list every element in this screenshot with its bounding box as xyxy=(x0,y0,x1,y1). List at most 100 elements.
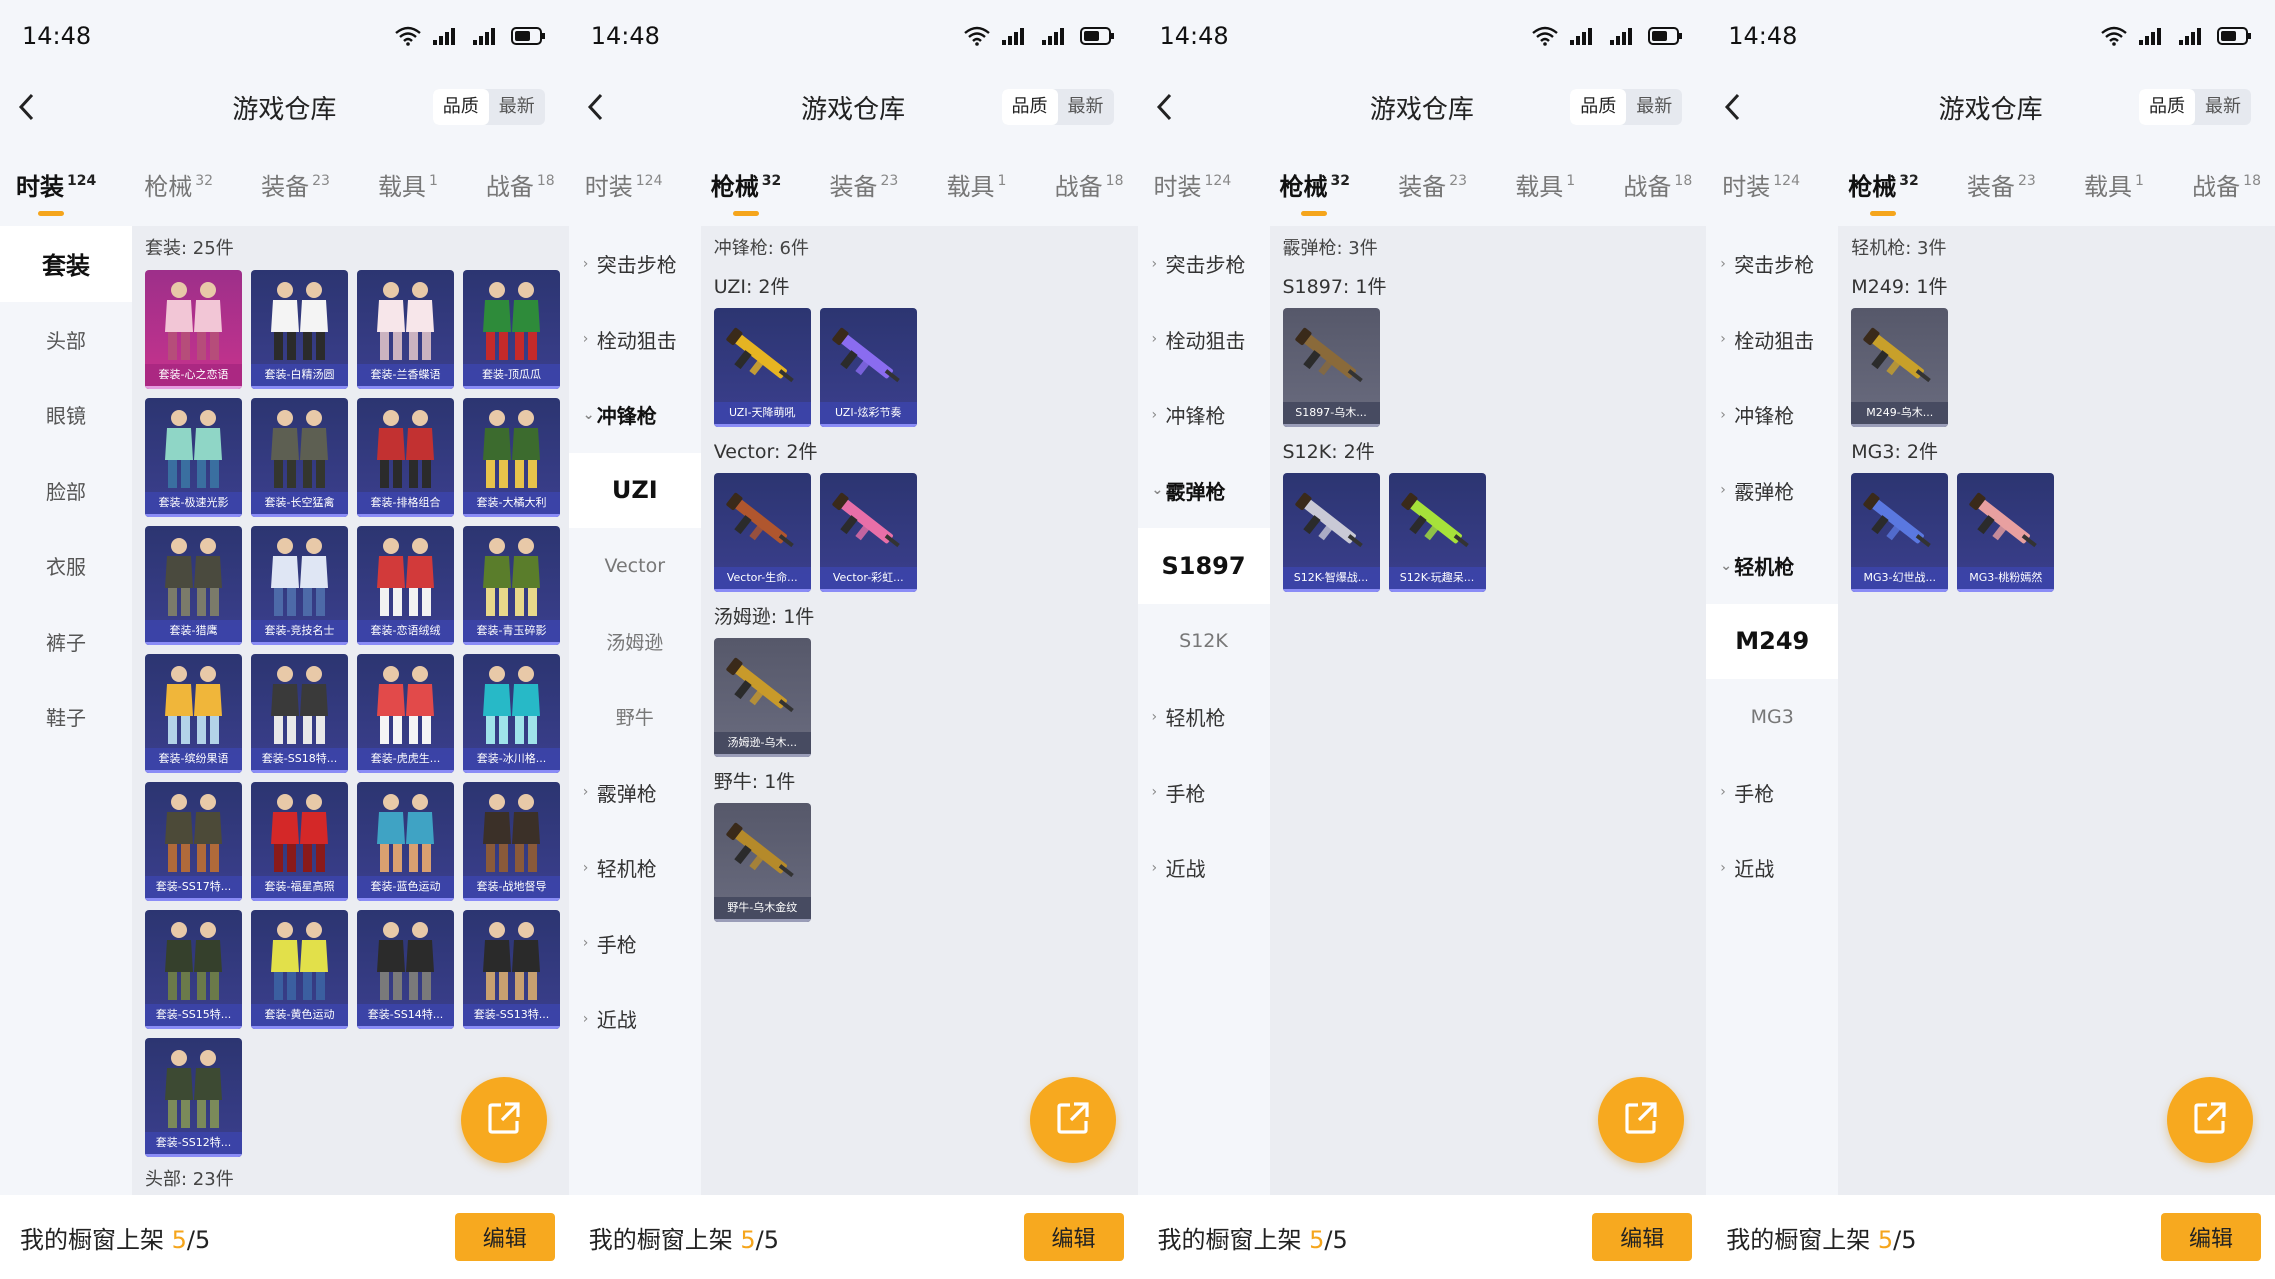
item-card[interactable]: 套装-黄色运动 xyxy=(251,910,348,1029)
item-card[interactable]: 套装-竞技名士 xyxy=(251,526,348,645)
tab-fashion[interactable]: 时装 124 xyxy=(585,167,663,202)
side-subitem-uzi[interactable]: UZI xyxy=(568,452,701,528)
side-item-lmg[interactable]: › 轻机枪 xyxy=(569,830,701,906)
tab-guns[interactable]: 枪械 32 xyxy=(144,167,213,202)
sort-quality-button[interactable]: 品质 xyxy=(1570,89,1627,125)
item-card[interactable]: 套装-心之恋语 xyxy=(145,270,242,389)
share-fab[interactable] xyxy=(2167,1077,2253,1163)
item-card[interactable]: 套装-SS18特... xyxy=(251,654,348,773)
side-item-smg[interactable]: › 冲锋枪 xyxy=(1706,377,1838,453)
side-item-melee[interactable]: › 近战 xyxy=(569,981,701,1057)
side-item-sniper[interactable]: › 栓动狙击 xyxy=(569,302,701,378)
tab-fashion[interactable]: 时装 124 xyxy=(1722,167,1800,202)
item-card[interactable]: 套装-SS12特... xyxy=(145,1038,242,1157)
back-arrow-icon[interactable] xyxy=(14,91,44,123)
tab-equipment[interactable]: 装备 23 xyxy=(261,167,330,202)
sort-quality-button[interactable]: 品质 xyxy=(2139,89,2195,125)
tab-vehicles[interactable]: 载具 1 xyxy=(1515,167,1575,202)
back-arrow-icon[interactable] xyxy=(583,91,613,123)
item-card[interactable]: 套装-SS14特... xyxy=(357,910,454,1029)
item-card[interactable]: 套装-白精汤圆 xyxy=(251,270,348,389)
item-card[interactable]: 套装-极速光影 xyxy=(145,398,242,517)
side-item-lmg[interactable]: › 轻机枪 xyxy=(1138,679,1270,755)
edit-button[interactable]: 编辑 xyxy=(1592,1213,1693,1261)
tab-supplies[interactable]: 战备 18 xyxy=(1055,167,1124,202)
side-item-smg[interactable]: › 冲锋枪 xyxy=(1138,377,1270,453)
item-card[interactable]: 套装-蓝色运动 xyxy=(357,782,454,901)
side-subitem-s12k[interactable]: S12K xyxy=(1138,604,1270,680)
side-item-pistol[interactable]: › 手枪 xyxy=(1138,755,1270,831)
item-card[interactable]: 套装-顶瓜瓜 xyxy=(463,270,560,389)
item-card[interactable]: 套装-青玉碎影 xyxy=(463,526,560,645)
item-card[interactable]: 汤姆逊-乌木... xyxy=(713,638,811,757)
item-card[interactable]: Vector-彩虹... xyxy=(819,473,917,592)
item-card[interactable]: 套装-兰香蝶语 xyxy=(357,270,454,389)
sort-latest-button[interactable]: 最新 xyxy=(489,89,545,125)
item-card[interactable]: 套装-SS15特... xyxy=(145,910,242,1029)
side-item-pistol[interactable]: › 手枪 xyxy=(569,906,701,982)
item-card[interactable]: 套装-SS13特... xyxy=(463,910,560,1029)
side-item-assault-rifle[interactable]: › 突击步枪 xyxy=(1138,226,1270,302)
side-item-sniper[interactable]: › 栓动狙击 xyxy=(1138,302,1270,378)
item-card[interactable]: S1897-乌木... xyxy=(1282,308,1380,427)
tab-fashion[interactable]: 时装 124 xyxy=(1154,167,1232,202)
item-card[interactable]: MG3-桃粉嫣然 xyxy=(1957,473,2055,592)
side-item-shotgun[interactable]: › 霰弹枪 xyxy=(569,755,701,831)
item-card[interactable]: 套装-大橘大利 xyxy=(463,398,560,517)
item-card[interactable]: 野牛-乌木金纹 xyxy=(713,803,811,922)
side-subitem-m249[interactable]: M249 xyxy=(1706,603,1839,679)
item-card[interactable]: UZI-天降萌吼 xyxy=(713,308,811,427)
side-item-shotgun[interactable]: › 霰弹枪 xyxy=(1706,453,1838,529)
sort-quality-button[interactable]: 品质 xyxy=(1001,89,1058,125)
tab-vehicles[interactable]: 载具 1 xyxy=(378,167,438,202)
item-card[interactable]: MG3-幻世战... xyxy=(1851,473,1949,592)
share-fab[interactable] xyxy=(1598,1077,1685,1163)
tab-guns[interactable]: 枪械 32 xyxy=(1848,167,1919,216)
side-item-face[interactable]: 脸部 xyxy=(0,453,132,529)
item-card[interactable]: Vector-生命... xyxy=(713,473,811,592)
item-card[interactable]: 套装-福星高照 xyxy=(251,782,348,901)
side-item-smg[interactable]: ⌄ 冲锋枪 xyxy=(569,377,701,453)
tab-guns[interactable]: 枪械 32 xyxy=(711,167,781,216)
item-card[interactable]: S12K-玩趣呆... xyxy=(1388,473,1486,592)
tab-guns[interactable]: 枪械 32 xyxy=(1279,167,1350,216)
back-arrow-icon[interactable] xyxy=(1152,91,1182,123)
tab-supplies[interactable]: 战备 18 xyxy=(1623,167,1692,202)
item-card[interactable]: S12K-智爆战... xyxy=(1282,473,1380,592)
side-subitem-thompson[interactable]: 汤姆逊 xyxy=(569,604,701,680)
sort-quality-button[interactable]: 品质 xyxy=(432,89,489,125)
side-subitem-bizon[interactable]: 野牛 xyxy=(569,679,701,755)
side-item-assault-rifle[interactable]: › 突击步枪 xyxy=(569,226,701,302)
side-item-glasses[interactable]: 眼镜 xyxy=(0,377,132,453)
sort-latest-button[interactable]: 最新 xyxy=(2195,89,2251,125)
side-item-suit[interactable]: 套装 xyxy=(0,226,132,302)
tab-equipment[interactable]: 装备 23 xyxy=(1398,167,1467,202)
edit-button[interactable]: 编辑 xyxy=(2161,1213,2261,1261)
tab-equipment[interactable]: 装备 23 xyxy=(1967,167,2036,202)
side-item-pistol[interactable]: › 手枪 xyxy=(1706,755,1838,831)
share-fab[interactable] xyxy=(460,1077,547,1163)
edit-button[interactable]: 编辑 xyxy=(454,1213,555,1261)
item-card[interactable]: 套装-长空猛禽 xyxy=(251,398,348,517)
side-item-head[interactable]: 头部 xyxy=(0,302,132,378)
side-item-pants[interactable]: 裤子 xyxy=(0,604,132,680)
item-card[interactable]: 套装-缤纷果语 xyxy=(145,654,242,773)
side-item-shoes[interactable]: 鞋子 xyxy=(0,679,132,755)
side-subitem-mg3[interactable]: MG3 xyxy=(1706,679,1838,755)
side-item-clothes[interactable]: 衣服 xyxy=(0,528,132,604)
sort-latest-button[interactable]: 最新 xyxy=(1058,89,1114,125)
item-card[interactable]: 套装-冰川格... xyxy=(463,654,560,773)
share-fab[interactable] xyxy=(1029,1077,1116,1163)
tab-vehicles[interactable]: 载具 1 xyxy=(947,167,1007,202)
side-item-assault-rifle[interactable]: › 突击步枪 xyxy=(1706,226,1838,302)
side-subitem-s1897[interactable]: S1897 xyxy=(1137,528,1270,604)
tab-fashion[interactable]: 时装 124 xyxy=(16,167,96,216)
side-subitem-vector[interactable]: Vector xyxy=(569,528,701,604)
item-card[interactable]: 套装-虎虎生... xyxy=(357,654,454,773)
item-card[interactable]: UZI-炫彩节奏 xyxy=(819,308,917,427)
item-card[interactable]: 套装-战地督导 xyxy=(463,782,560,901)
side-item-lmg[interactable]: ⌄ 轻机枪 xyxy=(1706,528,1838,604)
side-item-shotgun[interactable]: ⌄ 霰弹枪 xyxy=(1138,453,1270,529)
tab-supplies[interactable]: 战备 18 xyxy=(486,167,555,202)
side-item-sniper[interactable]: › 栓动狙击 xyxy=(1706,302,1838,378)
